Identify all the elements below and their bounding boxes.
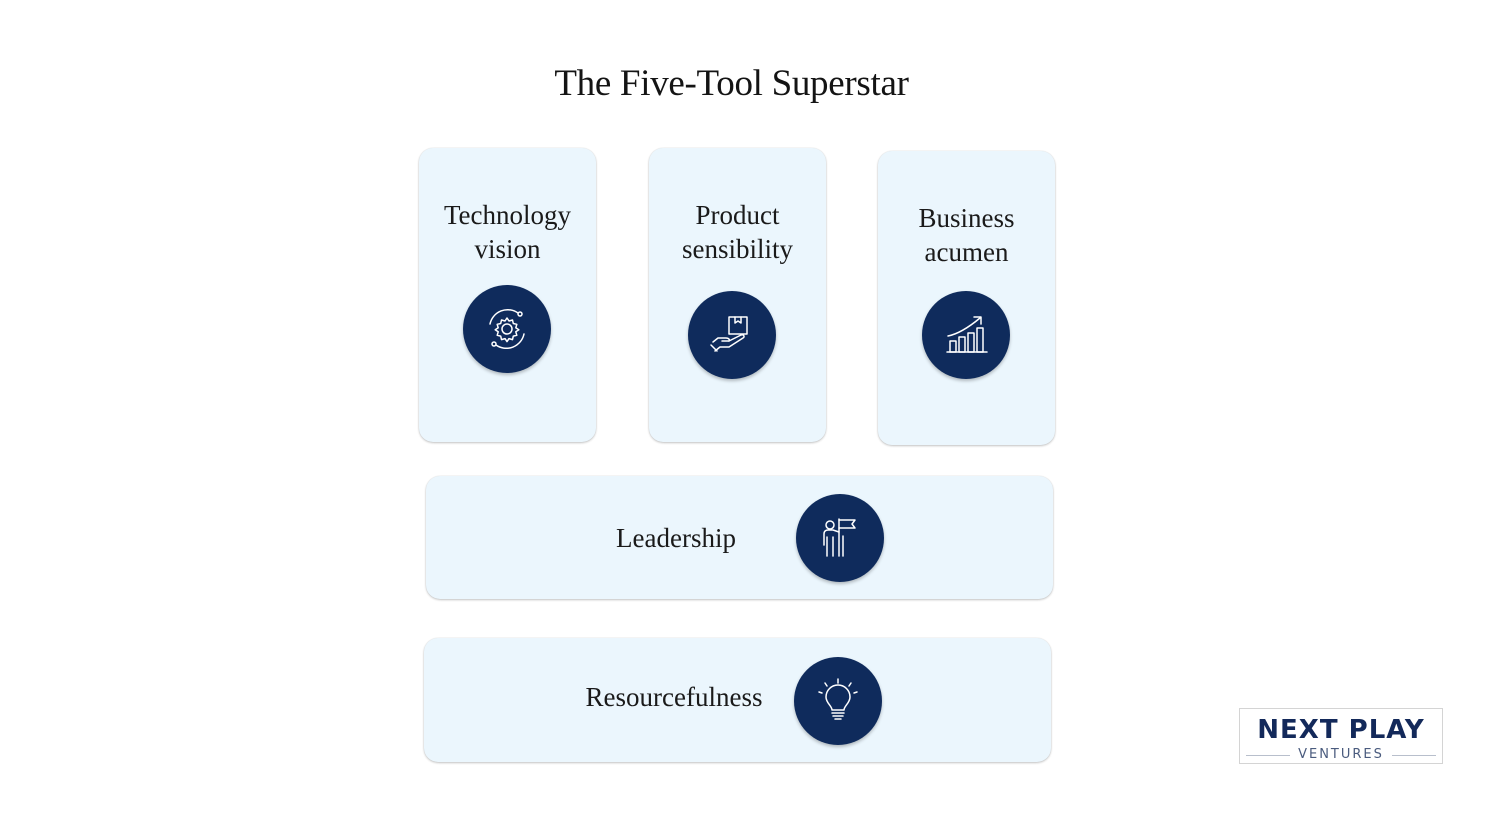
growth-chart-icon: [922, 291, 1010, 379]
lightbulb-icon: [794, 657, 882, 745]
hand-box-icon: [688, 291, 776, 379]
card-label: Resourcefulness: [585, 682, 763, 712]
person-flag-icon: [796, 494, 884, 582]
card-business-acumen: Business acumen: [878, 151, 1055, 445]
card-product-sensibility: Product sensibility: [649, 148, 826, 442]
card-leadership: Leadership: [426, 476, 1053, 599]
card-label: Business acumen: [918, 203, 1015, 267]
card-resourcefulness: Resourcefulness: [424, 638, 1051, 762]
card-label: Product sensibility: [681, 200, 793, 264]
gear-cycle-icon: [463, 285, 551, 373]
card-label: Leadership: [616, 523, 736, 553]
card-label: Technology vision: [443, 200, 572, 264]
next-play-ventures-logo: NEXT PLAY VENTURES: [1239, 708, 1443, 764]
card-technology-vision: Technology vision: [419, 148, 596, 442]
logo-divider-right: [1392, 755, 1436, 756]
diagram-title: The Five-Tool Superstar: [554, 63, 909, 104]
logo-main-text: NEXT PLAY: [1257, 715, 1425, 745]
